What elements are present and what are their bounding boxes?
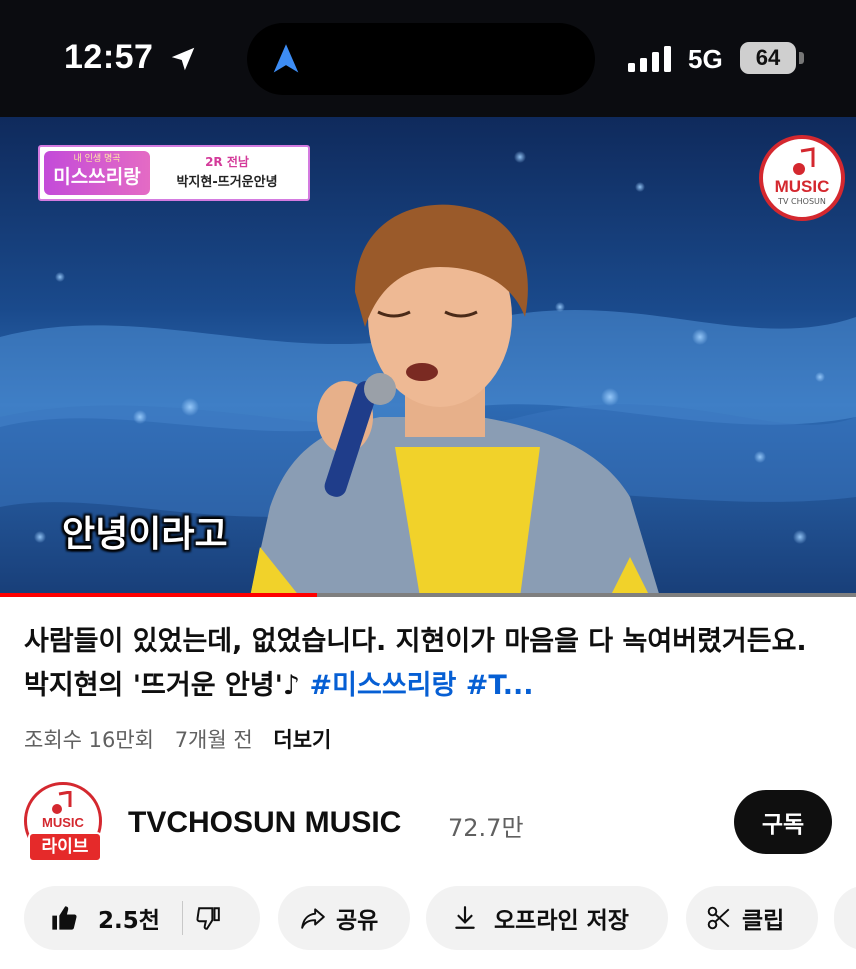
scissors-icon (707, 906, 730, 930)
cellular-signal-icon (628, 46, 671, 72)
navigation-arrow-icon (273, 44, 299, 73)
music-note-icon (52, 791, 72, 814)
video-title[interactable]: 사람들이 있었는데, 없었습니다. 지현이가 마음을 다 녹여버렸거든요. 박지… (24, 620, 834, 708)
channel-name[interactable]: TVCHOSUN MUSIC (128, 806, 401, 840)
like-dislike-chip: 2.5천 (24, 886, 260, 950)
status-time: 12:57 (64, 38, 154, 76)
network-type: 5G (688, 44, 723, 74)
chip-divider (181, 901, 183, 935)
show-logo: 내 인생 명곡 미스쓰리랑 (44, 151, 150, 195)
video-progress-bar[interactable] (0, 593, 856, 597)
upload-age: 7개월 전 (174, 728, 253, 752)
share-button[interactable]: 공유 (278, 886, 410, 950)
subscribe-button[interactable]: 구독 (734, 790, 832, 854)
subscriber-count: 72.7만 (448, 814, 524, 842)
video-meta[interactable]: 조회수 16만회 7개월 전 더보기 (24, 724, 345, 754)
show-song-label: 박지현-뜨거운안녕 (176, 175, 278, 190)
video-player[interactable]: 내 인생 명곡 미스쓰리랑 2R 전남 박지현-뜨거운안녕 MUSIC TV C… (0, 117, 856, 597)
channel-watermark-logo: MUSIC TV CHOSUN (759, 135, 845, 221)
battery-tip (799, 52, 804, 64)
more-button[interactable]: 더보기 (273, 728, 331, 752)
dynamic-island (247, 23, 595, 95)
share-icon (301, 908, 325, 929)
more-actions-chip[interactable] (834, 886, 856, 950)
view-count: 조회수 16만회 (24, 728, 154, 752)
dislike-icon[interactable] (195, 905, 221, 931)
video-hashtags[interactable]: #미스쓰리랑 #T... (310, 670, 534, 701)
show-round-label: 2R 전남 (205, 155, 249, 169)
music-note-icon (793, 147, 815, 175)
download-button[interactable]: 오프라인 저장 (426, 886, 668, 950)
live-badge[interactable]: 라이브 (28, 832, 102, 862)
like-count[interactable]: 2.5천 (98, 901, 160, 935)
status-bar: 12:57 5G 64 (0, 0, 856, 117)
video-info-panel: 사람들이 있었는데, 없었습니다. 지현이가 마음을 다 녹여버렸거든요. 박지… (0, 598, 856, 969)
video-progress-fill (0, 593, 317, 597)
location-arrow-icon (171, 47, 195, 71)
clip-button[interactable]: 클립 (686, 886, 818, 950)
video-caption: 안녕이라고 (62, 514, 228, 555)
download-icon (455, 906, 475, 929)
show-title-badge: 내 인생 명곡 미스쓰리랑 2R 전남 박지현-뜨거운안녕 (38, 145, 310, 201)
battery-icon: 64 (740, 42, 796, 74)
like-icon[interactable] (50, 904, 78, 932)
